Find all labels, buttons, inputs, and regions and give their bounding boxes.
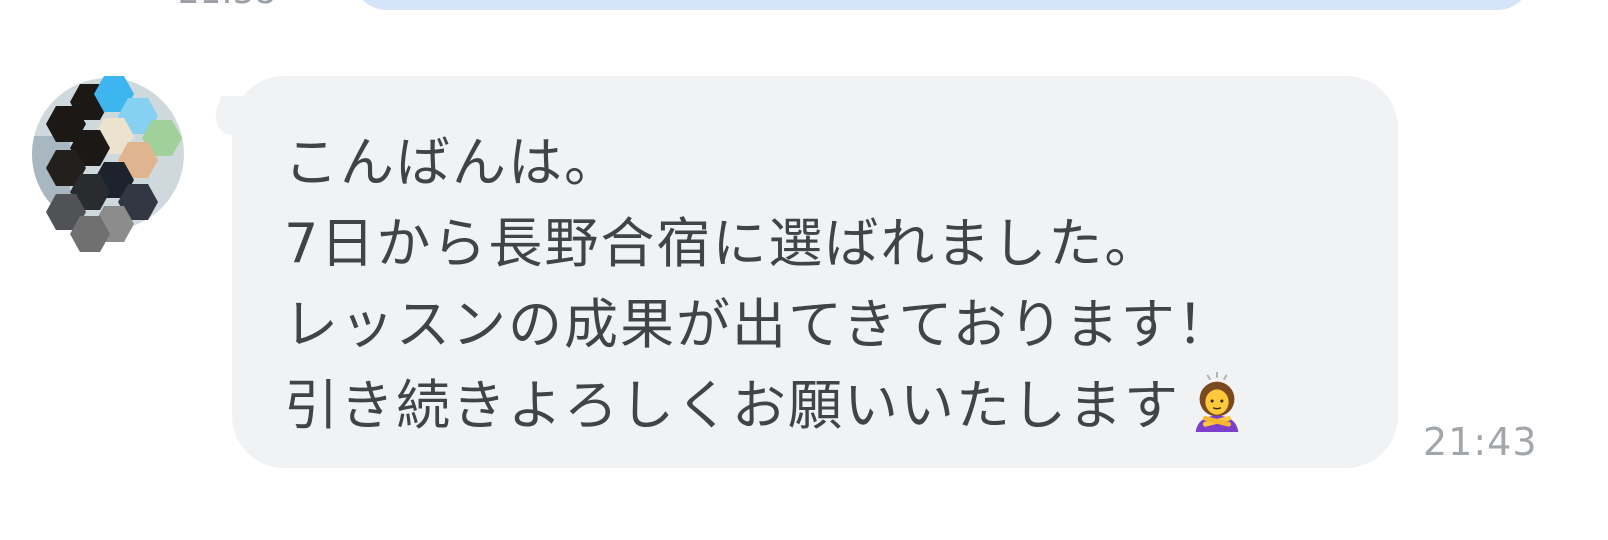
avatar-mosaic-icon: [32, 76, 184, 252]
sender-avatar[interactable]: [30, 76, 210, 256]
previous-message-time: 21:38: [178, 0, 276, 12]
incoming-message-bubble[interactable]: こんばんは。 7日から長野合宿に選ばれました。 レッスンの成果が出てきております…: [232, 76, 1398, 468]
message-line-1: こんばんは。: [284, 131, 620, 194]
message-line-4: 引き続きよろしくお願いいたします: [284, 365, 1358, 446]
message-line-4-text: 引き続きよろしくお願いいたします: [284, 374, 1180, 437]
previous-message-bubble[interactable]: [352, 0, 1532, 10]
message-time: 21:43: [1423, 420, 1538, 464]
message-line-3: レッスンの成果が出てきております！: [284, 293, 1233, 356]
person-gesturing-ok-emoji-icon: [1195, 371, 1239, 432]
message-line-2: 7日から長野合宿に選ばれました。: [284, 212, 1161, 275]
